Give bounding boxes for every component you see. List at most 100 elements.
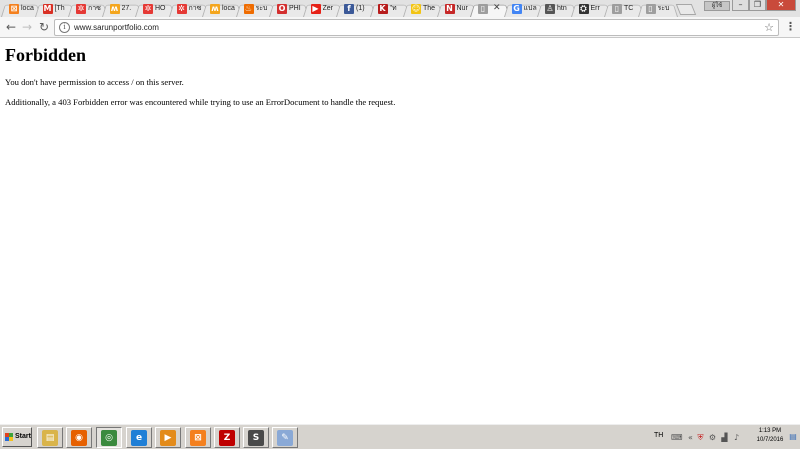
taskbar-file-explorer-button[interactable]: ▤ [37,427,63,448]
tab-title: [Th [54,5,65,12]
k-icon: K [377,4,388,14]
tray-expand-icon[interactable]: « [686,433,695,442]
smiley-icon: ☺ [411,4,421,14]
chrome-icon: ◎ [101,430,117,446]
tab-title: กาซ [88,5,101,12]
tab-active[interactable]: ▯ ✕ [470,1,510,17]
tab[interactable]: ♙ htn [537,1,577,17]
forward-arrow-icon[interactable]: → [19,19,35,35]
taskbar-media-player-button[interactable]: ▶ [155,427,181,448]
tab-title: Err [590,5,600,12]
keyboard-icon[interactable]: ⌨ [671,433,683,442]
tab[interactable]: M [Th [34,1,74,17]
volume-icon[interactable]: ♪ [732,433,741,442]
tab[interactable]: ▯ ระบ [637,1,677,17]
tab[interactable]: ♨ ระบ [235,1,275,17]
language-indicator[interactable]: TH [654,432,663,439]
restore-button[interactable]: ❐ [749,0,766,11]
minimize-button[interactable]: – [732,0,749,11]
tab[interactable]: ✲ HO [135,1,175,17]
facebook-icon: f [344,4,354,14]
taskbar: Start ▤ ◉ ◎ e ▶ ⊠ Z S ✎ TH ⌨ « ⛨ ⚙ ▟ ♪ 1:13 PM 1… [0,423,800,449]
chrome-menu-icon[interactable]: ⋮ [785,19,796,35]
n-icon: N [444,4,455,14]
tab[interactable]: G แปล [503,1,543,17]
media-player-icon: ▶ [160,430,176,446]
taskbar-internet-explorer-button[interactable]: e [126,427,152,448]
close-window-button[interactable]: ✕ [766,0,796,11]
tab-title: loca [21,5,34,12]
plugin-icon: ✲ [176,4,187,14]
tab-title: แปล [523,5,537,12]
document-icon: ▯ [612,4,622,14]
opera-icon: O [277,4,287,14]
tab-title: The [423,5,436,12]
tab-title: htn [557,5,567,12]
system-tray: TH ⌨ « ⛨ ⚙ ▟ ♪ [650,426,750,448]
internet-explorer-icon: e [131,430,147,446]
notepad-icon: ✎ [277,430,293,446]
taskbar-notepad-button[interactable]: ✎ [272,427,298,448]
tab-list: ⊠ loca M [Th ✲ กาซ ʍ 27. ✲ HO ✲ กาซ ʍ loca ♨ ระบ O PHI ▶ Ze… [1,1,677,17]
document-icon: ▯ [478,4,488,14]
tab-title: PHI [289,5,301,12]
start-label: Start [15,433,31,440]
error-message: You don't have permission to access / on… [5,77,184,87]
tab[interactable]: O PHI [269,1,309,17]
tab[interactable]: ✲ กาซ [68,1,108,17]
start-button[interactable]: Start [2,427,32,447]
xampp-small-icon: ʍ [109,4,120,14]
file-explorer-icon: ▤ [42,430,58,446]
window-controls: – ❐ ✕ [732,0,796,11]
network-icon[interactable]: ▟ [720,433,729,442]
taskbar-sublime-text-button[interactable]: S [243,427,269,448]
xampp-small-icon: ʍ [210,4,220,14]
tab[interactable]: ⛭ Err [570,1,610,17]
bookmark-star-icon[interactable]: ☆ [764,20,774,35]
tab[interactable]: ☺ The [403,1,443,17]
security-icon[interactable]: ⛨ [696,433,705,442]
browser-toolbar: ← → ↻ i ☆ ⋮ [0,17,800,38]
profile-label[interactable]: ผู้ใช้ [704,1,730,11]
taskbar-xampp-button[interactable]: ⊠ [185,427,211,448]
tab-title: Zer [322,5,334,12]
back-arrow-icon[interactable]: ← [3,19,19,35]
taskbar-firefox-button[interactable]: ◉ [66,427,92,448]
plugin-icon: ✲ [143,4,153,14]
close-tab-icon[interactable]: ✕ [493,3,501,14]
linux-icon: ♙ [545,4,555,14]
taskbar-chrome-button[interactable]: ◎ [96,427,122,448]
info-icon[interactable]: i [59,22,70,33]
tab-title: กาซ [188,5,202,12]
windows-logo-icon [5,433,13,441]
tab[interactable]: ✲ กาซ [168,1,208,17]
plugin-icon: ✲ [76,4,86,14]
reload-icon[interactable]: ↻ [36,19,52,35]
taskbar-filezilla-button[interactable]: Z [214,427,240,448]
tab-title: 27. [121,5,132,12]
filezilla-icon: Z [219,430,235,446]
firefox-icon: ◉ [71,430,87,446]
tab[interactable]: K "ท [369,1,409,17]
show-desktop-icon[interactable]: ▤ [788,428,798,446]
tab[interactable]: ▶ Zer [302,1,342,17]
tab-title: Nur [456,5,468,12]
github-icon: ⛭ [578,4,589,14]
system-clock[interactable]: 1:13 PM 10/7/2016 [754,427,786,447]
tab[interactable]: N Nur [436,1,476,17]
gear-icon[interactable]: ⚙ [708,433,717,442]
tab-title: "ท [389,5,397,12]
address-bar[interactable]: i ☆ [54,19,779,36]
new-tab-button[interactable] [675,4,697,15]
google-icon: G [511,4,522,14]
tab-title: (1) [356,5,365,12]
tab[interactable]: ʍ 27. [101,1,141,17]
tab-title: ระบ [255,5,268,12]
clock-time: 1:13 PM [758,428,782,434]
tab[interactable]: ▯ TC [604,1,644,17]
url-input[interactable] [74,21,754,34]
tab[interactable]: ʍ loca [202,1,242,17]
tab[interactable]: ⊠ loca [1,1,41,17]
browser-window: ⊠ loca M [Th ✲ กาซ ʍ 27. ✲ HO ✲ กาซ ʍ loca ♨ ระบ O PHI ▶ Ze… [0,0,800,449]
tab[interactable]: f (1) [336,1,376,17]
